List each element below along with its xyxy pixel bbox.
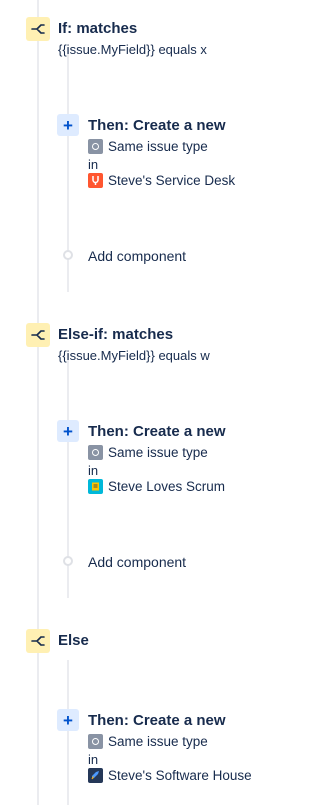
branch-condition: {{issue.MyField}} equals w	[58, 348, 210, 363]
issue-type-icon	[88, 139, 103, 154]
flow-rail	[37, 0, 39, 805]
issue-type-label: Same issue type	[108, 139, 208, 154]
in-label: in	[88, 463, 99, 478]
branch-condition: {{issue.MyField}} equals x	[58, 42, 207, 57]
create-issue-icon[interactable]: +	[57, 420, 79, 442]
project-name: Steve Loves Scrum	[108, 479, 226, 494]
in-label: in	[88, 752, 99, 767]
issue-type-row: Same issue type	[88, 734, 208, 749]
add-component-link[interactable]: Add component	[88, 554, 186, 570]
create-issue-icon[interactable]: +	[57, 114, 79, 136]
issue-type-icon	[88, 445, 103, 460]
issue-type-row: Same issue type	[88, 445, 208, 460]
project-row: Steve's Software House	[88, 768, 252, 783]
issue-type-row: Same issue type	[88, 139, 208, 154]
project-row: Steve Loves Scrum	[88, 479, 225, 494]
create-issue-icon[interactable]: +	[57, 709, 79, 731]
scrum-project-icon	[88, 479, 103, 494]
branch-icon[interactable]	[26, 17, 50, 41]
in-label: in	[88, 157, 99, 172]
project-name: Steve's Service Desk	[108, 173, 236, 188]
branch-icon[interactable]	[26, 323, 50, 347]
action-title[interactable]: Then: Create a new	[88, 423, 226, 440]
branch-title[interactable]: Else	[58, 632, 89, 649]
rocket-project-icon	[88, 768, 103, 783]
issue-type-label: Same issue type	[108, 445, 208, 460]
issue-type-label: Same issue type	[108, 734, 208, 749]
branch-title[interactable]: If: matches	[58, 20, 137, 37]
service-desk-project-icon	[88, 173, 103, 188]
add-component-dot	[63, 556, 73, 566]
project-row: Steve's Service Desk	[88, 173, 235, 188]
branch-title[interactable]: Else-if: matches	[58, 326, 173, 343]
issue-type-icon	[88, 734, 103, 749]
branch-rail	[67, 660, 69, 805]
add-component-link[interactable]: Add component	[88, 248, 186, 264]
action-title[interactable]: Then: Create a new	[88, 117, 226, 134]
project-name: Steve's Software House	[108, 768, 252, 783]
branch-icon[interactable]	[26, 629, 50, 653]
action-title[interactable]: Then: Create a new	[88, 712, 226, 729]
add-component-dot	[63, 250, 73, 260]
